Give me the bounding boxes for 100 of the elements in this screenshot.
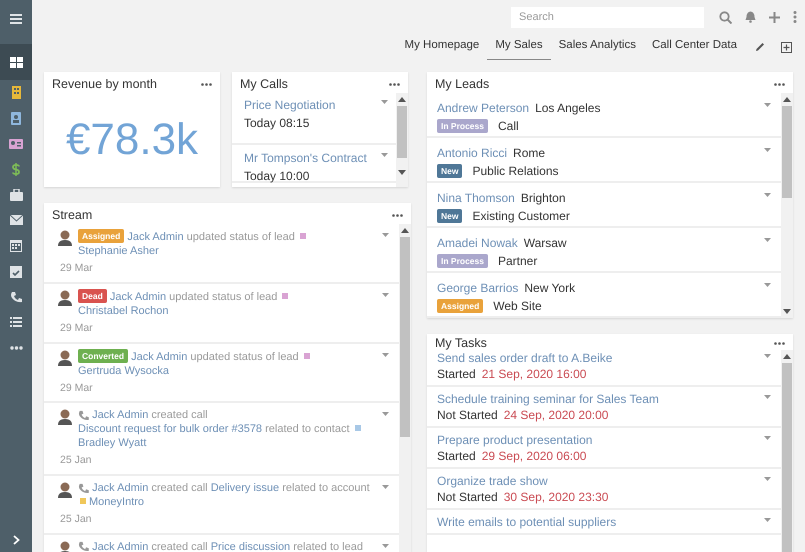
caret-icon[interactable] [764,103,771,107]
caret-icon[interactable] [764,395,771,399]
task-status: Started [437,366,476,382]
avatar-icon [58,350,72,366]
lead-source: Call [498,118,519,135]
scroll-up-icon[interactable] [398,97,406,102]
scrollbar[interactable] [781,350,793,552]
scrollbar[interactable] [399,224,411,552]
calendar-icon [10,239,22,252]
caret-icon[interactable] [382,233,389,237]
lead-link[interactable]: Amadei Nowak [437,234,518,252]
phone-icon [78,410,89,421]
dashboard-tab[interactable]: My Homepage [396,34,488,60]
task-due-date: 29 Sep, 2020 06:00 [482,448,586,464]
record-link[interactable]: Gertruda Wysocka [78,364,169,376]
activity-date: 29 Mar [60,380,94,396]
call-link[interactable]: Discount request for bulk order #3578 [78,423,262,436]
task-link[interactable]: Prepare product presentation [437,432,592,448]
caret-icon[interactable] [382,292,389,297]
call-link[interactable]: Mr Tompson's Contract [244,149,367,167]
more-icon[interactable] [774,342,785,345]
building-icon [10,86,22,100]
task-status: Started [437,448,476,464]
user-link[interactable]: Jack Admin [110,290,166,303]
scroll-down-icon[interactable] [398,170,406,175]
caret-icon[interactable] [764,354,771,358]
scroll-up-icon[interactable] [401,228,409,233]
activity-date: 25 Jan [60,512,93,527]
lead-link[interactable]: Nina Thomson [437,189,515,207]
revenue-value: €78.3k [64,114,200,166]
user-link[interactable]: Jack Admin [92,482,148,494]
user-link[interactable]: Jack Admin [131,350,188,362]
status-badge: Assigned [78,229,124,243]
caret-icon[interactable] [381,100,388,104]
scroll-up-icon[interactable] [783,97,791,102]
more-icon[interactable] [774,82,785,86]
caret-icon[interactable] [764,148,771,152]
search-icon[interactable] [719,10,732,24]
lead-link[interactable]: Antonio Ricci [437,144,508,162]
activity-text: Jack Admin created call Discount request for bulk order #3578 related to contact Bradley Wyatt [78,408,376,450]
caret-icon[interactable] [382,352,389,356]
call-link[interactable]: Price discussion [210,540,290,552]
plus-icon[interactable] [769,12,780,22]
record-link[interactable]: MoneyIntro [89,496,144,508]
scrollbar[interactable] [781,93,793,318]
call-time: Today 10:00 [244,168,310,185]
status-badge: In Process [437,119,488,133]
envelope-icon [10,215,22,226]
lead-link[interactable]: George Barrios [437,279,518,297]
task-link[interactable]: Write emails to potential suppliers [437,514,616,530]
caret-icon[interactable] [764,518,771,522]
caret-icon[interactable] [764,193,771,197]
panel-title: Stream [52,206,92,224]
call-link[interactable]: Delivery issue [210,482,280,494]
scroll-down-icon[interactable] [783,309,791,314]
caret-icon[interactable] [382,485,389,489]
task-link[interactable]: Schedule training seminar for Sales Team [437,391,659,407]
activity-text: Dead Jack Admin updated status of lead Christabel Rochon [78,288,376,318]
caret-icon[interactable] [381,153,388,157]
add-square-icon[interactable] [781,42,792,52]
user-link[interactable]: Jack Admin [127,231,184,243]
record-link[interactable]: Stephanie Asher [78,245,159,257]
record-link[interactable]: Bradley Wyatt [78,437,146,450]
chevron-right-icon[interactable] [12,535,20,545]
user-link[interactable]: Jack Admin [92,409,148,422]
more-icon[interactable] [392,214,403,216]
record-link[interactable]: Christabel Rochon [78,304,168,317]
phone-icon [10,290,22,303]
phone-icon [78,541,89,552]
caret-icon[interactable] [382,544,389,548]
pencil-icon[interactable] [755,42,765,52]
caret-icon[interactable] [382,412,389,416]
caret-icon[interactable] [764,238,771,242]
activity-date: 25 Jan [60,453,93,468]
dashboard-tab[interactable]: My Sales [487,34,551,60]
sidebar-item[interactable] [0,44,32,80]
search-field[interactable]: Search [511,6,704,28]
phone-icon [78,482,89,494]
menu-icon[interactable] [10,14,22,24]
call-link[interactable]: Price Negotiation [244,96,336,114]
user-link[interactable]: Jack Admin [92,540,148,552]
lead-city: New York [524,280,576,297]
task-link[interactable]: Organize trade show [437,473,608,489]
lead-city: Los Angeles [535,100,600,117]
task-link[interactable]: Send sales order draft to A.Beike [437,350,612,366]
caret-icon[interactable] [764,283,771,287]
scrollbar[interactable] [396,93,408,187]
lead-source: Web Site [493,298,542,315]
lead-link[interactable]: Andrew Peterson [437,99,530,117]
caret-icon[interactable] [764,477,771,481]
dashboard-tab[interactable]: Sales Analytics [550,34,644,60]
caret-icon[interactable] [764,436,771,440]
more-icon[interactable] [389,82,400,86]
scroll-up-icon[interactable] [783,354,791,359]
bell-icon[interactable] [745,11,756,23]
more-vertical-icon[interactable] [793,11,797,23]
activity-date: 29 Mar [60,320,94,336]
dashboard-tab[interactable]: Call Center Data [644,34,745,60]
more-icon[interactable] [201,82,212,86]
status-badge: In Process [437,254,488,268]
